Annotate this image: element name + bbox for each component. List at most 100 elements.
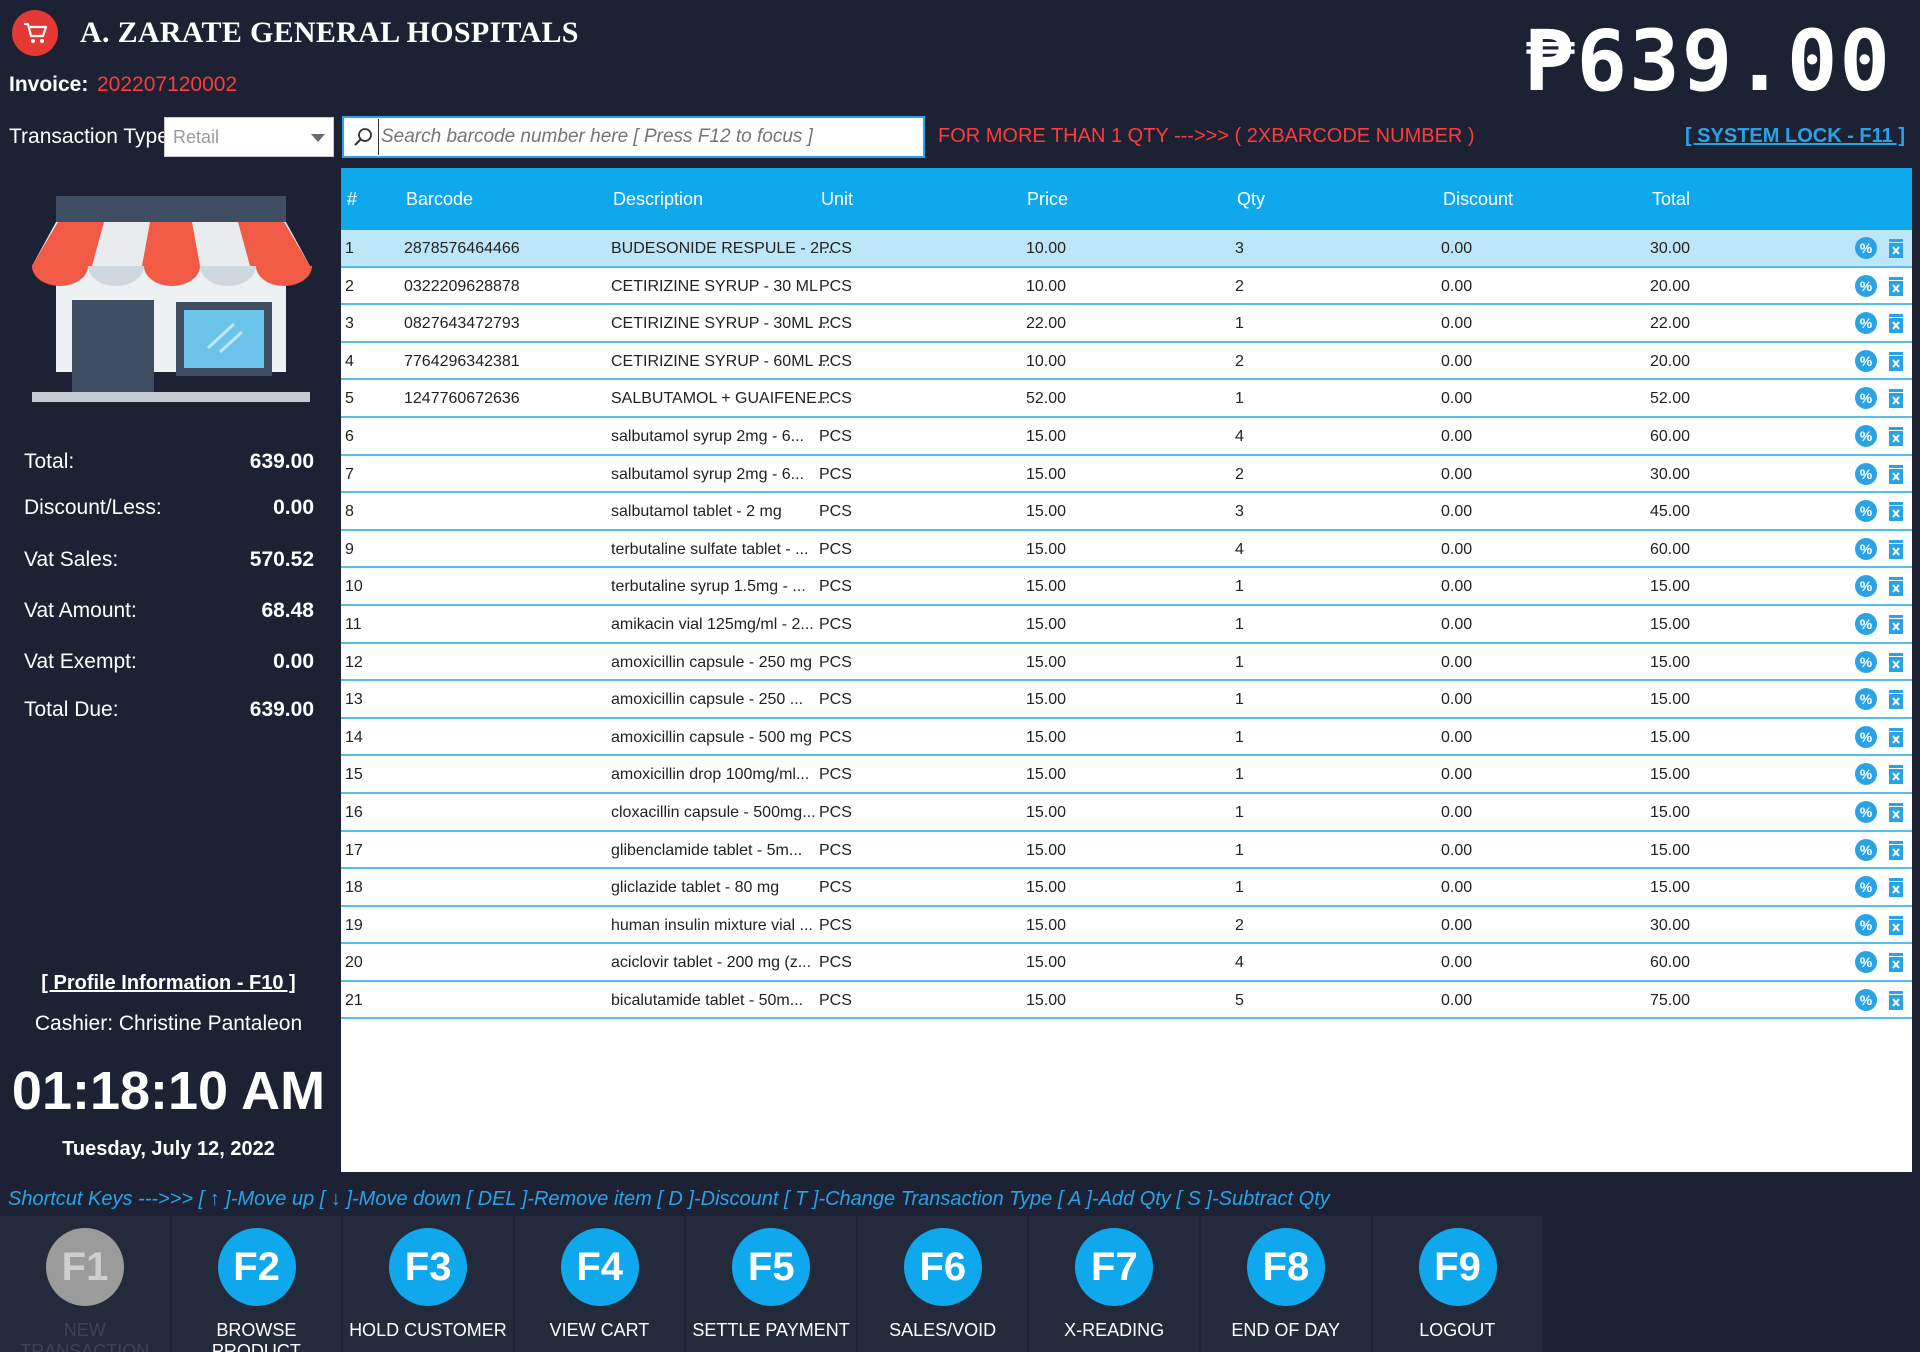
table-row[interactable]: 1 2878576464466 BUDESONIDE RESPULE - 2... P… (341, 230, 1912, 268)
percent-badge-icon[interactable]: % (1855, 312, 1877, 335)
table-row[interactable]: 13 amoxicillin capsule - 250 ... PCS 15.00 1… (341, 681, 1912, 719)
table-row[interactable]: 12 amoxicillin capsule - 250 mg PCS 15.00 1 0… (341, 644, 1912, 682)
percent-badge-icon[interactable]: % (1855, 838, 1877, 861)
trash-icon[interactable] (1885, 275, 1907, 297)
table-row[interactable]: 16 cloxacillin capsule - 500mg... PCS 15.00… (341, 794, 1912, 832)
row-total: 15.00 (1650, 879, 1691, 897)
percent-badge-icon[interactable]: % (1855, 274, 1877, 297)
trash-icon[interactable] (1885, 312, 1907, 334)
trash-icon[interactable] (1885, 613, 1907, 635)
percent-badge-icon[interactable]: % (1855, 462, 1877, 485)
trash-icon[interactable] (1885, 500, 1907, 522)
function-key-f4-button[interactable]: F4 VIEW CART (514, 1216, 685, 1352)
function-key-label: BROWSE PRODUCT (211, 1320, 301, 1352)
percent-badge-icon[interactable]: % (1855, 349, 1877, 372)
row-price: 15.00 (1026, 991, 1067, 1009)
table-row[interactable]: 11 amikacin vial 125mg/ml - 2... PCS 15.00 1… (341, 606, 1912, 644)
transaction-type-select[interactable]: Retail (164, 117, 334, 157)
row-qty: 5 (1235, 991, 1244, 1009)
system-lock-link[interactable]: [ SYSTEM LOCK - F11 ] (1685, 125, 1905, 148)
percent-badge-icon[interactable]: % (1855, 500, 1877, 523)
search-icon (348, 118, 378, 156)
trash-icon[interactable] (1885, 876, 1907, 898)
percent-badge-icon[interactable]: % (1855, 237, 1877, 259)
row-price: 10.00 (1026, 352, 1067, 370)
percent-badge-icon[interactable]: % (1855, 387, 1877, 410)
function-key-f9-button[interactable]: F9 LOGOUT (1372, 1216, 1543, 1352)
percent-badge-icon[interactable]: % (1855, 575, 1877, 598)
summary-vat-sales-row: Vat Sales: 570.52 (24, 548, 314, 572)
percent-badge-icon[interactable]: % (1855, 725, 1877, 748)
table-row[interactable]: 21 bicalutamide tablet - 50m... PCS 15.00 5 0… (341, 982, 1912, 1020)
trash-icon[interactable] (1885, 425, 1907, 447)
percent-badge-icon[interactable]: % (1855, 913, 1877, 936)
table-row[interactable]: 5 1247760672636 SALBUTAMOL + GUAIFENE... PC… (341, 380, 1912, 418)
row-total: 75.00 (1650, 991, 1691, 1009)
trash-icon[interactable] (1885, 387, 1907, 409)
trash-icon[interactable] (1885, 237, 1907, 259)
table-row[interactable]: 17 glibenclamide tablet - 5m... PCS 15.00 1 0… (341, 832, 1912, 870)
function-key-f7-button[interactable]: F7 X-READING (1029, 1216, 1199, 1352)
table-row[interactable]: 9 terbutaline sulfate tablet - ... PCS 15.0… (341, 531, 1912, 569)
function-key-circle: F7 (1075, 1228, 1154, 1306)
shortcut-keys-hint: Shortcut Keys --->>> [ ↑ ]-Move up [ ↓ ]… (8, 1188, 1330, 1210)
table-row[interactable]: 19 human insulin mixture vial ... PCS 15.00… (341, 907, 1912, 945)
function-key-f8-button[interactable]: F8 END OF DAY (1200, 1216, 1371, 1352)
trash-icon[interactable] (1885, 989, 1907, 1011)
percent-badge-icon[interactable]: % (1855, 763, 1877, 786)
percent-badge-icon[interactable]: % (1855, 424, 1877, 447)
row-unit: PCS (819, 841, 852, 859)
row-qty: 4 (1235, 427, 1244, 445)
table-row[interactable]: 18 gliclazide tablet - 80 mg PCS 15.00 1 0.00… (341, 869, 1912, 907)
profile-information-link[interactable]: [ Profile Information - F10 ] (0, 972, 337, 995)
barcode-search-input[interactable] (378, 119, 923, 155)
trash-icon[interactable] (1885, 651, 1907, 673)
table-row[interactable]: 15 amoxicillin drop 100mg/ml... PCS 15.00 1 0… (341, 756, 1912, 794)
table-row[interactable]: 4 7764296342381 CETIRIZINE SYRUP - 60ML ..… (341, 343, 1912, 381)
percent-badge-icon[interactable]: % (1855, 951, 1877, 974)
trash-icon[interactable] (1885, 801, 1907, 823)
row-description: SALBUTAMOL + GUAIFENE... (611, 390, 831, 408)
percent-badge-icon[interactable]: % (1855, 988, 1877, 1011)
row-price: 15.00 (1026, 954, 1067, 972)
row-description: bicalutamide tablet - 50m... (611, 991, 804, 1009)
function-key-f3-button[interactable]: F3 HOLD CUSTOMER (343, 1216, 513, 1352)
trash-icon[interactable] (1885, 575, 1907, 597)
function-key-f2-button[interactable]: F2 BROWSE PRODUCT (171, 1216, 342, 1352)
function-key-f1-button[interactable]: F1 NEW TRANSACTION (0, 1216, 170, 1352)
transaction-type-label: Transaction Type: (9, 125, 175, 148)
row-description: gliclazide tablet - 80 mg (611, 879, 780, 897)
percent-badge-icon[interactable]: % (1855, 612, 1877, 635)
trash-icon[interactable] (1885, 538, 1907, 560)
function-key-label: END OF DAY (1231, 1320, 1341, 1340)
percent-badge-icon[interactable]: % (1855, 650, 1877, 673)
trash-icon[interactable] (1885, 350, 1907, 372)
percent-badge-icon[interactable]: % (1855, 537, 1877, 560)
table-row[interactable]: 6 salbutamol syrup 2mg - 6... PCS 15.00 4 0.0… (341, 418, 1912, 456)
trash-icon[interactable] (1885, 763, 1907, 785)
table-row[interactable]: 14 amoxicillin capsule - 500 mg PCS 15.00 1 0… (341, 719, 1912, 757)
table-row[interactable]: 10 terbutaline syrup 1.5mg - ... PCS 15.00 1… (341, 568, 1912, 606)
percent-badge-icon[interactable]: % (1855, 876, 1877, 899)
function-key-f6-button[interactable]: F6 SALES/VOID (857, 1216, 1028, 1352)
trash-icon[interactable] (1885, 726, 1907, 748)
col-header-description: Description (613, 189, 704, 209)
trash-icon[interactable] (1885, 839, 1907, 861)
percent-badge-icon[interactable]: % (1855, 800, 1877, 823)
row-unit: PCS (819, 540, 852, 558)
table-row[interactable]: 20 aciclovir tablet - 200 mg (z... PCS 15.0… (341, 944, 1912, 982)
table-row[interactable]: 2 0322209628878 CETIRIZINE SYRUP - 30 ML PC… (341, 268, 1912, 306)
percent-badge-icon[interactable]: % (1855, 688, 1877, 711)
function-key-circle: F2 (217, 1228, 296, 1306)
trash-icon[interactable] (1885, 688, 1907, 710)
trash-icon[interactable] (1885, 951, 1907, 973)
table-row[interactable]: 7 salbutamol syrup 2mg - 6... PCS 15.00 2 0.0… (341, 456, 1912, 494)
trash-icon[interactable] (1885, 463, 1907, 485)
table-row[interactable]: 8 salbutamol tablet - 2 mg PCS 15.00 3 0.00 45… (341, 493, 1912, 531)
barcode-search-box[interactable] (342, 116, 925, 158)
trash-icon[interactable] (1885, 914, 1907, 936)
col-header-discount: Discount (1443, 189, 1514, 209)
row-discount: 0.00 (1441, 728, 1473, 746)
table-row[interactable]: 3 0827643472793 CETIRIZINE SYRUP - 30ML ..… (341, 305, 1912, 343)
function-key-f5-button[interactable]: F5 SETTLE PAYMENT (686, 1216, 856, 1352)
